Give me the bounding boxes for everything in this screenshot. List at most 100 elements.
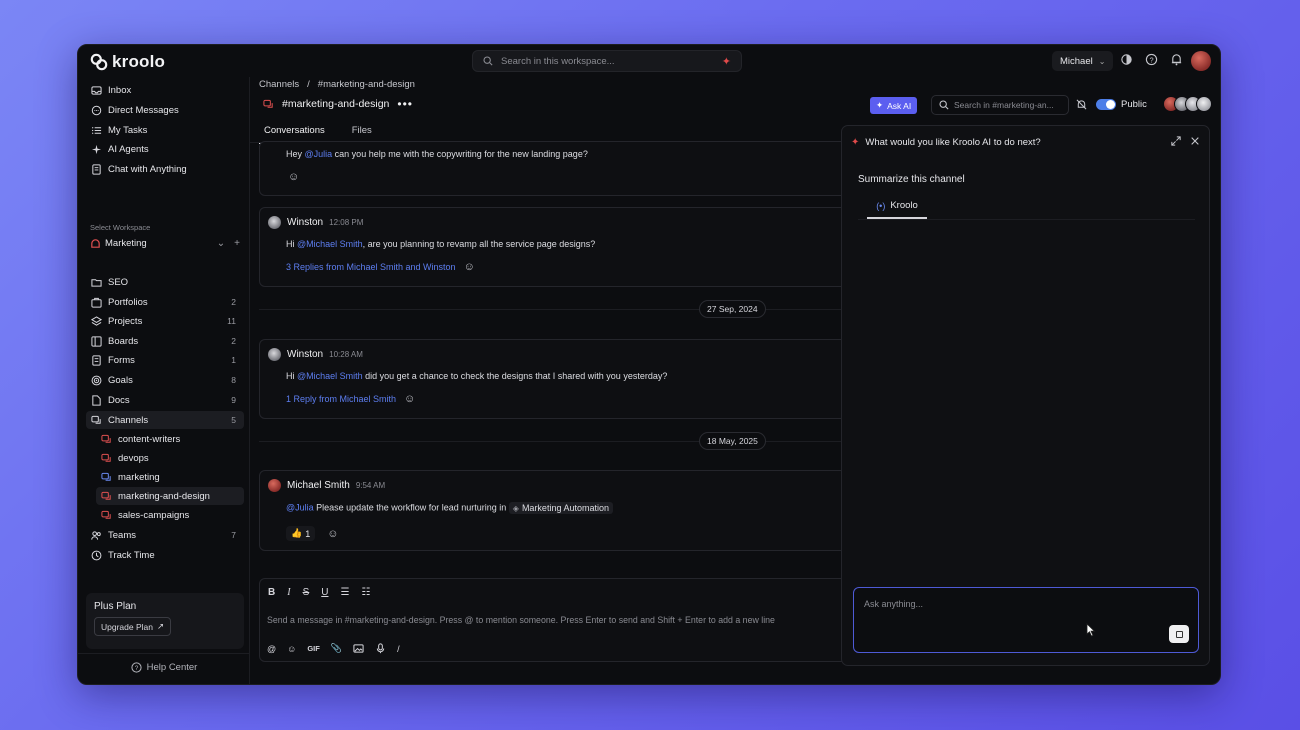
add-reaction-icon[interactable]: ☺ bbox=[404, 393, 415, 405]
public-toggle[interactable] bbox=[1096, 99, 1116, 110]
underline-icon[interactable]: U bbox=[321, 587, 328, 598]
sidebar-item-teams[interactable]: Teams 7 bbox=[86, 526, 244, 544]
attachment-icon[interactable]: 📎 bbox=[331, 643, 342, 654]
project-tag[interactable]: ◈ Marketing Automation bbox=[508, 502, 613, 514]
slash-command-button[interactable]: / bbox=[397, 644, 400, 654]
breadcrumb-current: #marketing-and-design bbox=[317, 79, 415, 90]
sidebar-item-count: 7 bbox=[231, 530, 236, 540]
sidebar-item-channels[interactable]: Channels 5 bbox=[86, 411, 244, 429]
channel-item-marketing[interactable]: marketing bbox=[96, 468, 244, 486]
message-icon bbox=[91, 105, 102, 115]
kroolo-logo[interactable]: kroolo bbox=[90, 52, 165, 72]
image-icon[interactable] bbox=[353, 643, 364, 654]
channels-icon bbox=[91, 415, 101, 424]
plus-icon[interactable]: + bbox=[234, 238, 240, 249]
message-author[interactable]: Winston bbox=[287, 349, 323, 360]
user-menu-button[interactable]: Michael ⌄ bbox=[1052, 51, 1114, 71]
sidebar-item-forms[interactable]: Forms 1 bbox=[86, 351, 244, 369]
sidebar-item-count: 8 bbox=[231, 375, 236, 385]
channel-item-devops[interactable]: devops bbox=[96, 449, 244, 467]
sidebar-item-goals[interactable]: Goals 8 bbox=[86, 371, 244, 389]
message-author[interactable]: Michael Smith bbox=[287, 480, 350, 491]
member-avatars[interactable] bbox=[1163, 96, 1212, 112]
numbered-list-icon[interactable]: ☷ bbox=[361, 587, 370, 598]
sidebar-item-boards[interactable]: Boards 2 bbox=[86, 332, 244, 350]
sidebar-item-chat-with-anything[interactable]: Chat with Anything bbox=[86, 160, 244, 178]
tab-kroolo[interactable]: (•) Kroolo bbox=[867, 200, 927, 219]
workspace-search-input[interactable]: Search in this workspace... ✦ bbox=[472, 50, 742, 72]
message-composer[interactable]: B I S U ☰ ☷ Send a message in #marketing… bbox=[259, 578, 859, 662]
help-center-link[interactable]: ? Help Center bbox=[78, 662, 250, 673]
replies-link[interactable]: 1 Reply from Michael Smith bbox=[286, 394, 396, 404]
add-reaction-icon[interactable]: ☺ bbox=[288, 171, 299, 183]
reaction-count: 1 bbox=[305, 528, 311, 539]
sidebar-item-my-tasks[interactable]: My Tasks bbox=[86, 121, 244, 139]
project-tag-label: Marketing Automation bbox=[521, 503, 609, 513]
sidebar-item-seo[interactable]: SEO bbox=[86, 273, 244, 291]
channel-search-input[interactable]: Search in #marketing-an... bbox=[931, 95, 1069, 115]
message-body: Please update the workflow for lead nurt… bbox=[313, 502, 509, 513]
mention-link[interactable]: @Michael Smith bbox=[297, 371, 363, 381]
stop-icon bbox=[1175, 630, 1183, 638]
bullet-list-icon[interactable]: ☰ bbox=[340, 587, 349, 598]
workspace-selector[interactable]: Marketing ⌄ + bbox=[90, 235, 244, 251]
sidebar-item-label: Boards bbox=[108, 335, 139, 347]
mention-link[interactable]: @Michael Smith bbox=[297, 239, 363, 249]
board-icon bbox=[91, 335, 102, 347]
channel-item-content-writers[interactable]: content-writers bbox=[96, 430, 244, 448]
bold-icon[interactable]: B bbox=[268, 587, 275, 598]
sidebar-item-projects[interactable]: Projects 11 bbox=[86, 312, 244, 330]
ask-ai-button[interactable]: ✦ Ask AI bbox=[870, 97, 918, 114]
workspace-search-placeholder: Search in this workspace... bbox=[501, 55, 615, 67]
sidebar-item-ai-agents[interactable]: AI Agents bbox=[86, 140, 244, 158]
emoji-icon[interactable]: ☺ bbox=[287, 644, 296, 654]
gif-button[interactable]: GIF bbox=[307, 644, 320, 653]
inbox-icon bbox=[91, 85, 102, 95]
message-author[interactable]: Winston bbox=[287, 217, 323, 228]
avatar[interactable] bbox=[268, 348, 281, 361]
strikethrough-icon[interactable]: S bbox=[303, 587, 310, 598]
mention-icon[interactable]: @ bbox=[267, 644, 276, 654]
search-icon bbox=[939, 100, 949, 110]
sidebar-item-count: 5 bbox=[231, 415, 236, 425]
bell-icon[interactable] bbox=[1170, 53, 1183, 66]
message-body: did you get a chance to check the design… bbox=[362, 371, 668, 381]
sidebar-item-inbox[interactable]: Inbox bbox=[86, 81, 244, 99]
ai-spark-icon[interactable]: ✦ bbox=[722, 55, 731, 68]
sidebar-item-track-time[interactable]: Track Time bbox=[86, 546, 244, 564]
italic-icon[interactable]: I bbox=[287, 587, 290, 598]
ai-send-button[interactable] bbox=[1169, 625, 1189, 643]
breadcrumb-channels[interactable]: Channels bbox=[259, 79, 299, 90]
help-icon[interactable]: ? bbox=[1145, 53, 1158, 66]
close-icon[interactable] bbox=[1190, 136, 1200, 146]
avatar[interactable] bbox=[268, 216, 281, 229]
user-avatar[interactable] bbox=[1191, 51, 1211, 71]
svg-text:?: ? bbox=[1149, 55, 1153, 64]
add-reaction-icon[interactable]: ☺ bbox=[327, 528, 338, 540]
microphone-icon[interactable] bbox=[375, 643, 386, 654]
sidebar-item-docs[interactable]: Docs 9 bbox=[86, 391, 244, 409]
more-options-icon[interactable]: ••• bbox=[397, 97, 413, 111]
sidebar-item-portfolios[interactable]: Portfolios 2 bbox=[86, 293, 244, 311]
add-reaction-icon[interactable]: ☺ bbox=[464, 261, 475, 273]
mention-link[interactable]: @Julia bbox=[305, 149, 333, 159]
replies-link[interactable]: 3 Replies from Michael Smith and Winston bbox=[286, 262, 456, 272]
chevron-down-icon[interactable]: ⌄ bbox=[217, 238, 225, 249]
sparkle-icon bbox=[91, 144, 102, 154]
message-card: Winston 10:28 AM Hi @Michael Smith did y… bbox=[259, 339, 859, 419]
reaction-thumbs-up[interactable]: 👍 1 bbox=[286, 526, 316, 541]
mention-link[interactable]: @Julia bbox=[286, 503, 314, 513]
sidebar-item-count: 9 bbox=[231, 395, 236, 405]
channel-item-sales-campaigns[interactable]: sales-campaigns bbox=[96, 506, 244, 524]
expand-icon[interactable] bbox=[1171, 136, 1181, 146]
sidebar-item-direct-messages[interactable]: Direct Messages bbox=[86, 101, 244, 119]
bell-off-icon[interactable] bbox=[1076, 99, 1087, 110]
ai-prompt-input[interactable]: Ask anything... bbox=[853, 587, 1199, 653]
workspace-icon bbox=[91, 238, 100, 248]
upgrade-plan-button[interactable]: Upgrade Plan ↗ bbox=[94, 617, 172, 636]
kroolo-ai-icon: (•) bbox=[876, 200, 886, 211]
avatar[interactable] bbox=[268, 479, 281, 492]
thread-replies: 3 Replies from Michael Smith and Winston… bbox=[286, 261, 475, 273]
theme-toggle-icon[interactable] bbox=[1120, 53, 1133, 66]
channel-item-marketing-and-design[interactable]: marketing-and-design bbox=[96, 487, 244, 505]
